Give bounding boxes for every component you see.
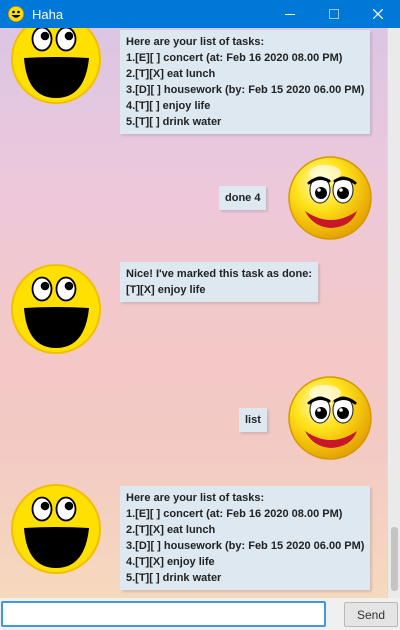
message-line: 5.[T][ ] drink water xyxy=(126,116,222,128)
input-bar: Send xyxy=(0,598,400,630)
bot-message-bubble: Nice! I've marked this task as done: [T]… xyxy=(120,262,319,302)
maximize-icon xyxy=(329,9,339,19)
message-line: done 4 xyxy=(225,192,261,204)
message-line: Here are your list of tasks: xyxy=(126,36,265,48)
grinning-smiley-avatar xyxy=(11,264,101,354)
grinning-smiley-avatar xyxy=(11,484,101,574)
message-line: 2.[T][X] eat lunch xyxy=(126,68,216,80)
user-message-bubble: done 4 xyxy=(219,186,267,210)
smiley-icon xyxy=(8,6,24,22)
user-message-bubble: list xyxy=(239,408,267,432)
scrollbar-thumb[interactable] xyxy=(391,527,398,591)
message-input[interactable] xyxy=(1,601,326,627)
maximize-button[interactable] xyxy=(312,0,356,28)
title-bar[interactable]: Haha xyxy=(0,0,400,28)
send-button[interactable]: Send xyxy=(344,602,398,627)
message-line: 1.[E][ ] concert (at: Feb 16 2020 08.00 … xyxy=(126,508,343,520)
message-line: 2.[T][X] eat lunch xyxy=(126,524,216,536)
message-line: 5.[T][ ] drink water xyxy=(126,572,222,584)
close-button[interactable] xyxy=(356,0,400,28)
chat-area[interactable]: Here are your list of tasks: 1.[E][ ] co… xyxy=(0,28,387,598)
message-line: 1.[E][ ] concert (at: Feb 16 2020 08.00 … xyxy=(126,52,343,64)
close-icon xyxy=(373,9,383,19)
minimize-icon xyxy=(285,14,295,15)
bot-message-bubble: Here are your list of tasks: 1.[E][ ] co… xyxy=(120,486,371,590)
glossy-smiley-avatar xyxy=(285,373,375,463)
message-line: 4.[T][X] enjoy life xyxy=(126,556,215,568)
message-line: 3.[D][ ] housework (by: Feb 15 2020 06.0… xyxy=(126,84,365,96)
message-line: [T][X] enjoy life xyxy=(126,284,206,296)
message-line: Here are your list of tasks: xyxy=(126,492,265,504)
glossy-smiley-avatar xyxy=(285,153,375,243)
minimize-button[interactable] xyxy=(268,0,312,28)
window-title: Haha xyxy=(32,6,64,22)
message-line: 4.[T][ ] enjoy life xyxy=(126,100,211,112)
message-line: Nice! I've marked this task as done: xyxy=(126,268,313,280)
message-line: list xyxy=(245,414,261,426)
grinning-smiley-avatar xyxy=(11,28,101,104)
bot-message-bubble: Here are your list of tasks: 1.[E][ ] co… xyxy=(120,30,371,134)
vertical-scrollbar[interactable] xyxy=(387,28,400,598)
message-line: 3.[D][ ] housework (by: Feb 15 2020 06.0… xyxy=(126,540,365,552)
